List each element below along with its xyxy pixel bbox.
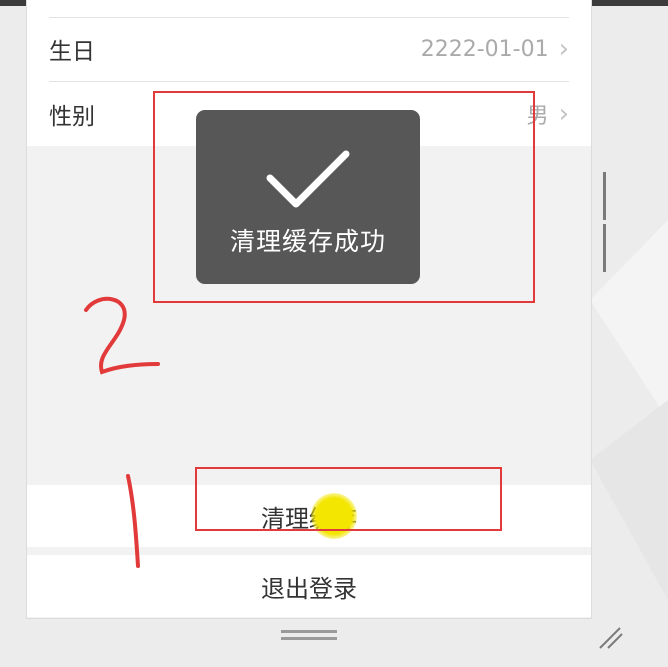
chevron-right-icon: › [558, 34, 569, 64]
annotation-box-clear-cache [195, 467, 502, 531]
chevron-right-icon: › [558, 99, 569, 129]
logout-button[interactable]: 退出登录 [27, 555, 591, 617]
birthday-value: 2222-01-01 [420, 36, 549, 62]
resize-grip-icon[interactable] [596, 622, 626, 652]
logout-label: 退出登录 [261, 574, 357, 603]
gender-label: 性别 [49, 104, 95, 130]
birthday-row[interactable]: 生日 2222-01-01 › [49, 18, 569, 80]
annotation-box-toast [153, 91, 535, 303]
drag-handle-icon[interactable] [281, 630, 337, 642]
scrollbar-handle[interactable] [603, 172, 614, 272]
birthday-label: 生日 [49, 39, 95, 65]
annotation-step-2 [84, 296, 160, 375]
annotation-step-1 [126, 474, 140, 568]
divider [49, 81, 569, 82]
birthday-value-group: 2222-01-01 › [421, 34, 569, 64]
